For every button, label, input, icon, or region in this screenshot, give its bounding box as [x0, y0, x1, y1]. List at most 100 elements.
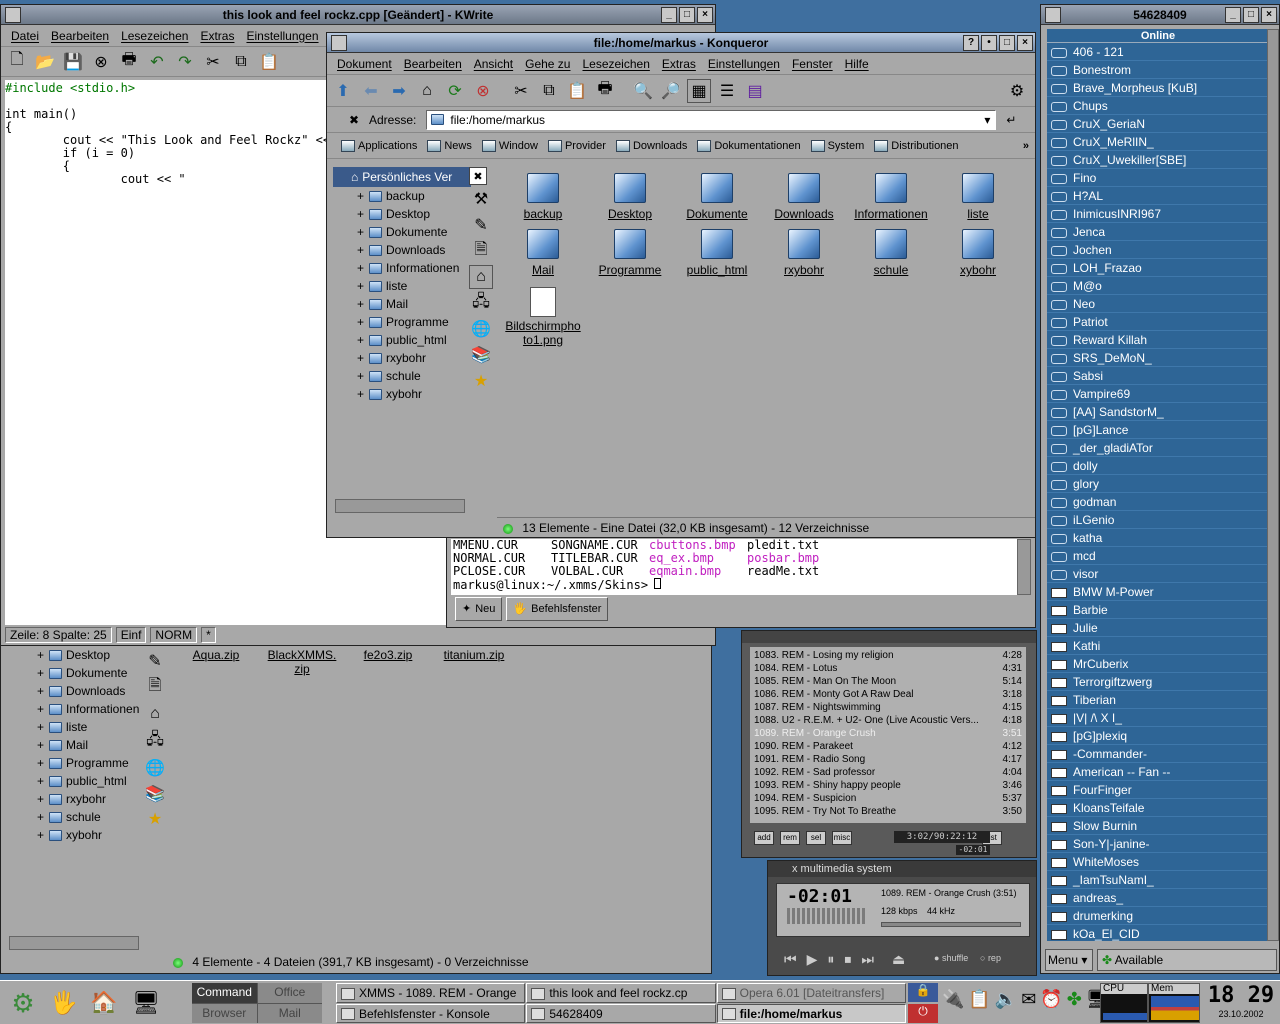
- contact-item[interactable]: [pG]Lance: [1047, 421, 1269, 439]
- contact-item[interactable]: dolly: [1047, 457, 1269, 475]
- sticky-button[interactable]: •: [981, 35, 997, 51]
- tree-item[interactable]: + Downloads: [7, 682, 141, 700]
- tree-item[interactable]: + public_html: [7, 772, 141, 790]
- home-folder-icon[interactable]: 🏠: [88, 987, 120, 1019]
- folder-item[interactable]: Mail: [501, 229, 585, 277]
- contact-item[interactable]: _der_gladiATor: [1047, 439, 1269, 457]
- volume-icon[interactable]: 🔈: [995, 989, 1017, 1010]
- zoom-in-icon[interactable]: 🔍: [631, 79, 655, 103]
- task-button[interactable]: 54628409: [526, 1003, 716, 1023]
- desktop-1[interactable]: Command: [192, 983, 257, 1003]
- paste-icon[interactable]: 📋: [257, 50, 281, 74]
- menu-item[interactable]: Extras: [662, 57, 696, 71]
- playlist-item[interactable]: 1095. REM - Try Not To Breathe 3:50: [754, 805, 1022, 818]
- tree-item[interactable]: + Programme: [7, 754, 141, 772]
- books-sidebar-icon[interactable]: 📚: [143, 783, 167, 805]
- online-group-header[interactable]: Online: [1047, 29, 1269, 43]
- network-sidebar-icon[interactable]: 🌐: [469, 317, 493, 341]
- expand-icon[interactable]: +: [37, 700, 49, 718]
- tree-item[interactable]: + xybohr: [7, 826, 141, 844]
- stop-icon[interactable]: ⊗: [471, 79, 495, 103]
- contact-item[interactable]: glory: [1047, 475, 1269, 493]
- contact-item[interactable]: H?AL: [1047, 187, 1269, 205]
- playlist-rem-button[interactable]: rem: [780, 831, 800, 845]
- xmms-position-slider[interactable]: [881, 922, 1021, 927]
- licq-status-button[interactable]: ✤ Available: [1097, 949, 1277, 971]
- konsole-scrollbar[interactable]: [1017, 539, 1031, 595]
- menu-item[interactable]: Bearbeiten: [51, 29, 109, 43]
- licq-contact-list[interactable]: Online 406 - 121 Bonestrom Brave_Morpheus […: [1047, 29, 1269, 941]
- books-sidebar-icon[interactable]: 📚: [469, 343, 493, 367]
- expand-icon[interactable]: +: [37, 754, 49, 772]
- contact-item[interactable]: -Commander-: [1047, 745, 1269, 763]
- tree-item[interactable]: + Desktop: [333, 205, 471, 223]
- bookmark-item[interactable]: Applications: [341, 139, 417, 152]
- konsole-terminal[interactable]: MMENU.CUR SONGNAME.CUR cbuttons.bmp pledit.…: [451, 539, 1017, 595]
- contact-item[interactable]: mcd: [1047, 547, 1269, 565]
- clock[interactable]: 18 29 23.10.2002: [1206, 983, 1276, 1023]
- home-icon[interactable]: ⌂: [415, 79, 439, 103]
- folder-item[interactable]: liste: [936, 173, 1020, 221]
- icon-view-icon[interactable]: ▦: [687, 78, 711, 103]
- playlist-item[interactable]: 1086. REM - Monty Got A Raw Deal 3:18: [754, 688, 1022, 701]
- shuffle-toggle[interactable]: ● shuffle: [934, 953, 968, 963]
- close-button[interactable]: ×: [1261, 7, 1277, 23]
- menu-item[interactable]: Dokument: [337, 57, 392, 71]
- playlist-item[interactable]: 1087. REM - Nightswimming 4:15: [754, 701, 1022, 714]
- expand-icon[interactable]: +: [37, 646, 49, 664]
- contact-item[interactable]: M@o: [1047, 277, 1269, 295]
- contact-item[interactable]: katha: [1047, 529, 1269, 547]
- chevron-down-icon[interactable]: ▾: [979, 113, 995, 127]
- tree-item[interactable]: + rxybohr: [7, 790, 141, 808]
- bookmark-item[interactable]: Distributionen: [874, 139, 959, 152]
- playlist-titlebar[interactable]: [742, 631, 1036, 643]
- clear-address-icon[interactable]: ✖: [345, 111, 363, 129]
- contact-item[interactable]: 406 - 121: [1047, 43, 1269, 61]
- contact-item[interactable]: Tiberian: [1047, 691, 1269, 709]
- xmms-titlebar[interactable]: x multimedia system: [768, 861, 1036, 877]
- history-sidebar-icon[interactable]: 🗎: [469, 239, 493, 263]
- folder-item[interactable]: Informationen: [849, 173, 933, 221]
- konqueror-titlebar[interactable]: file:/home/markus - Konqueror ? • □ ×: [327, 33, 1035, 53]
- menu-item[interactable]: Einstellungen: [246, 29, 318, 43]
- expand-icon[interactable]: +: [37, 790, 49, 808]
- task-button[interactable]: Befehlsfenster - Konsole: [336, 1003, 526, 1023]
- contact-item[interactable]: Son-Y|-janine-: [1047, 835, 1269, 853]
- contact-item[interactable]: CruX_GeriaN: [1047, 115, 1269, 133]
- contact-item[interactable]: CruX_Uwekiller[SBE]: [1047, 151, 1269, 169]
- copy-icon[interactable]: ⧉: [537, 79, 561, 103]
- pause-icon[interactable]: ⏸: [827, 951, 834, 968]
- contact-item[interactable]: Vampire69: [1047, 385, 1269, 403]
- playlist-sel-button[interactable]: sel: [806, 831, 826, 845]
- contact-item[interactable]: iLGenio: [1047, 511, 1269, 529]
- contact-item[interactable]: [pG]plexiq: [1047, 727, 1269, 745]
- print-icon[interactable]: 🖶: [593, 79, 617, 103]
- tree-item[interactable]: + Informationen: [7, 700, 141, 718]
- contact-item[interactable]: MrCuberix: [1047, 655, 1269, 673]
- playlist-item[interactable]: 1085. REM - Man On The Moon 5:14: [754, 675, 1022, 688]
- contact-item[interactable]: Sabsi: [1047, 367, 1269, 385]
- expand-icon[interactable]: +: [357, 187, 369, 205]
- expand-icon[interactable]: +: [37, 664, 49, 682]
- folder-item[interactable]: public_html: [675, 229, 759, 277]
- zip-file-label[interactable]: fe2o3.zip: [345, 648, 431, 946]
- menu-item[interactable]: Lesezeichen: [582, 57, 649, 71]
- playlist-misc-button[interactable]: misc: [832, 831, 852, 845]
- bookmark-item[interactable]: Dokumentationen: [697, 139, 801, 152]
- playlist-add-button[interactable]: add: [754, 831, 774, 845]
- contact-item[interactable]: Jochen: [1047, 241, 1269, 259]
- expand-icon[interactable]: +: [357, 331, 369, 349]
- expand-icon[interactable]: +: [357, 349, 369, 367]
- up-arrow-icon[interactable]: ⬆: [331, 79, 355, 103]
- folder-item[interactable]: Dokumente: [675, 173, 759, 221]
- desktop-3[interactable]: Browser: [192, 1003, 257, 1023]
- menu-item[interactable]: Fenster: [792, 57, 833, 71]
- tree-item[interactable]: + Programme: [333, 313, 471, 331]
- menu-item[interactable]: Bearbeiten: [404, 57, 462, 71]
- menu-item[interactable]: Ansicht: [474, 57, 513, 71]
- repeat-toggle[interactable]: ○ rep: [980, 953, 1001, 963]
- playlist-item[interactable]: 1084. REM - Lotus 4:31: [754, 662, 1022, 675]
- contact-item[interactable]: FourFinger: [1047, 781, 1269, 799]
- go-button-icon[interactable]: ↵: [1002, 111, 1020, 129]
- licq-menu-button[interactable]: Menu ▾: [1045, 949, 1093, 971]
